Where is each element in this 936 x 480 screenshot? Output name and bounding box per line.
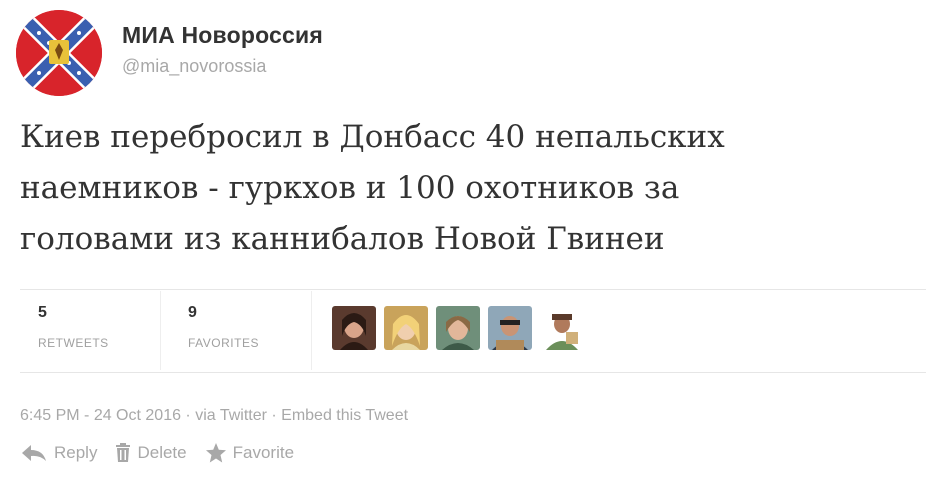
favoriter-avatar[interactable] — [436, 306, 480, 350]
display-name[interactable]: МИА Новороссия — [122, 22, 323, 49]
stats-separator — [160, 291, 161, 370]
reply-label: Reply — [54, 443, 98, 462]
retweets-stat[interactable]: 5 RETWEETS — [38, 304, 109, 350]
favoriter-avatar[interactable] — [384, 306, 428, 350]
tweet-text-line: Киев перебросил в Донбасс 40 непальских — [20, 119, 725, 155]
reply-arrow-icon — [22, 445, 46, 461]
tweet-time[interactable]: 6:45 PM — [20, 407, 80, 424]
star-icon — [205, 443, 226, 463]
user-photo-icon — [488, 306, 532, 350]
retweets-count: 5 — [38, 304, 47, 321]
user-photo-icon — [332, 306, 376, 350]
user-photo-icon — [436, 306, 480, 350]
reply-button[interactable]: Reply — [20, 443, 97, 463]
tweet-source: via Twitter — [195, 407, 267, 424]
delete-button[interactable]: Delete — [115, 443, 187, 463]
favorite-label: Favorite — [232, 443, 295, 462]
screen-name[interactable]: @mia_novorossia — [122, 56, 266, 77]
tweet-date[interactable]: 24 Oct 2016 — [94, 407, 181, 424]
favorites-count: 9 — [188, 304, 197, 321]
tweet-meta: 6:45 PM - 24 Oct 2016 · via Twitter · Em… — [20, 407, 408, 425]
avatar[interactable] — [16, 10, 102, 96]
novorossia-flag-icon — [16, 10, 102, 96]
stats-separator — [311, 291, 312, 370]
favoriter-avatar[interactable] — [488, 306, 532, 350]
stats-bottom-divider — [20, 372, 926, 373]
meta-separator: · — [180, 407, 196, 424]
tweet-text-line: головами из каннибалов Новой Гвинеи — [20, 221, 665, 257]
favoriter-avatar[interactable] — [332, 306, 376, 350]
meta-separator: - — [79, 407, 94, 424]
retweets-label: RETWEETS — [38, 336, 109, 350]
trash-icon — [116, 443, 131, 462]
favorite-button[interactable]: Favorite — [205, 442, 294, 464]
delete-label: Delete — [137, 443, 187, 462]
user-photo-icon — [540, 306, 584, 350]
favorites-stat[interactable]: 9 FAVORITES — [188, 304, 259, 350]
meta-separator: · — [266, 407, 282, 424]
stats-top-divider — [20, 289, 926, 290]
embed-tweet-link[interactable]: Embed this Tweet — [281, 407, 408, 424]
tweet-card: МИА Новороссия @mia_novorossia Киев пере… — [0, 0, 936, 480]
user-photo-icon — [384, 306, 428, 350]
favorites-label: FAVORITES — [188, 336, 259, 350]
tweet-text-line: наемников - гуркхов и 100 охотников за — [20, 170, 680, 206]
favoriter-avatar[interactable] — [540, 306, 584, 350]
tweet-actions: Reply Delete Favorite — [20, 442, 312, 464]
favoriter-avatars — [332, 306, 584, 352]
tweet-text: Киев перебросил в Донбасс 40 непальских … — [20, 112, 910, 265]
